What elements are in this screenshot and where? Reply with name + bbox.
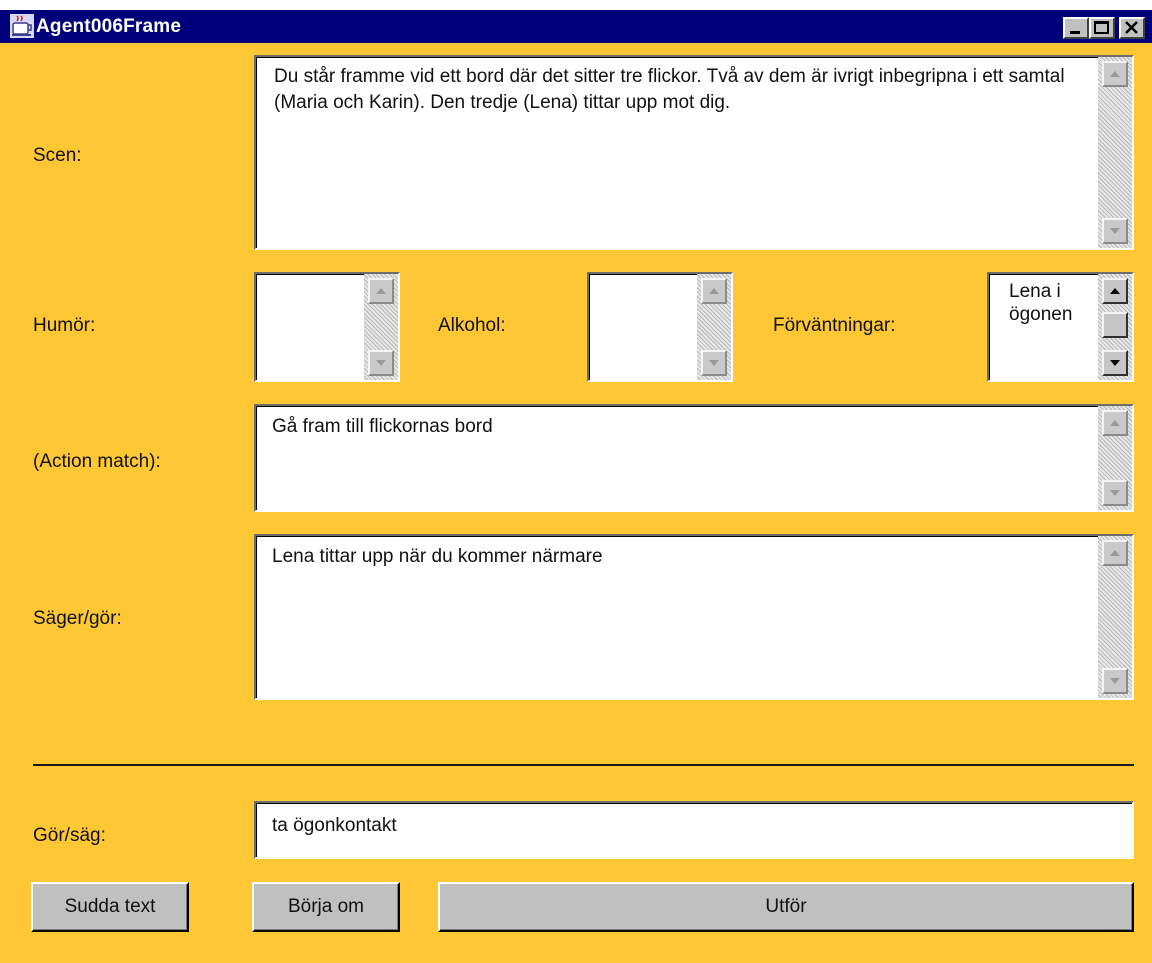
arrow-down-icon [1110,490,1120,496]
sudda-text-button[interactable]: Sudda text [31,882,189,932]
forvantningar-scrollbar[interactable] [1098,274,1132,380]
alkohol-textarea[interactable] [587,272,733,382]
scen-text: Du står framme vid ett bord där det sitt… [274,66,1070,113]
scroll-down-button[interactable] [1102,350,1128,376]
arrow-up-icon [1110,71,1120,77]
arrow-down-icon [376,360,386,366]
scroll-down-button[interactable] [1102,218,1128,244]
action-match-label: (Action match): [33,451,161,472]
window-title: Agent006Frame [36,16,182,37]
arrow-up-icon [376,288,386,294]
scroll-up-button[interactable] [1102,540,1128,566]
scroll-up-button[interactable] [1102,410,1128,436]
action-match-textarea[interactable]: Gå fram till flickornas bord [254,404,1134,512]
forvantningar-text: Lena i ögonen [1009,281,1073,325]
scen-label: Scen: [33,145,82,166]
scroll-down-button[interactable] [1102,480,1128,506]
sager-gor-textarea[interactable]: Lena tittar upp när du kommer närmare [254,534,1134,700]
alkohol-scrollbar[interactable] [697,274,731,380]
arrow-down-icon [1110,360,1120,366]
arrow-up-icon [1110,550,1120,556]
close-icon [1125,21,1138,34]
arrow-down-icon [709,360,719,366]
action-match-scrollbar[interactable] [1098,406,1132,510]
sager-gor-scrollbar[interactable] [1098,536,1132,698]
scen-scrollbar[interactable] [1098,57,1132,248]
scroll-up-button[interactable] [368,278,394,304]
action-match-text: Gå fram till flickornas bord [272,416,493,437]
arrow-down-icon [1110,678,1120,684]
sager-gor-label: Säger/gör: [33,608,122,629]
scroll-down-button[interactable] [1102,668,1128,694]
minimize-button[interactable] [1063,17,1089,39]
close-button[interactable] [1119,17,1145,39]
scroll-thumb[interactable] [1102,312,1128,338]
gor-sag-value: ta ögonkontakt [272,815,397,836]
arrow-down-icon [1110,228,1120,234]
maximize-icon [1094,21,1109,34]
scroll-down-button[interactable] [368,350,394,376]
scen-textarea[interactable]: Du står framme vid ett bord där det sitt… [254,55,1134,250]
humor-textarea[interactable] [254,272,400,382]
forvantningar-label: Förväntningar: [773,315,896,336]
arrow-up-icon [1110,288,1120,294]
humor-scrollbar[interactable] [364,274,398,380]
sager-gor-text: Lena tittar upp när du kommer närmare [272,546,603,567]
java-cup-icon [10,14,34,38]
scroll-up-button[interactable] [1102,61,1128,87]
separator-line [33,764,1134,766]
arrow-up-icon [709,288,719,294]
gor-sag-input[interactable]: ta ögonkontakt [254,801,1134,859]
minimize-icon [1070,31,1080,34]
borja-om-button[interactable]: Börja om [252,882,400,932]
scroll-down-button[interactable] [701,350,727,376]
scroll-up-button[interactable] [701,278,727,304]
arrow-up-icon [1110,420,1120,426]
alkohol-label: Alkohol: [438,315,506,336]
humor-label: Humör: [33,315,96,336]
scroll-up-button[interactable] [1102,278,1128,304]
forvantningar-textarea[interactable]: Lena i ögonen [987,272,1134,382]
gor-sag-label: Gör/säg: [33,825,106,846]
utfor-button[interactable]: Utför [438,882,1134,932]
title-bar[interactable]: Agent006Frame [0,10,1152,43]
maximize-button[interactable] [1089,17,1115,39]
